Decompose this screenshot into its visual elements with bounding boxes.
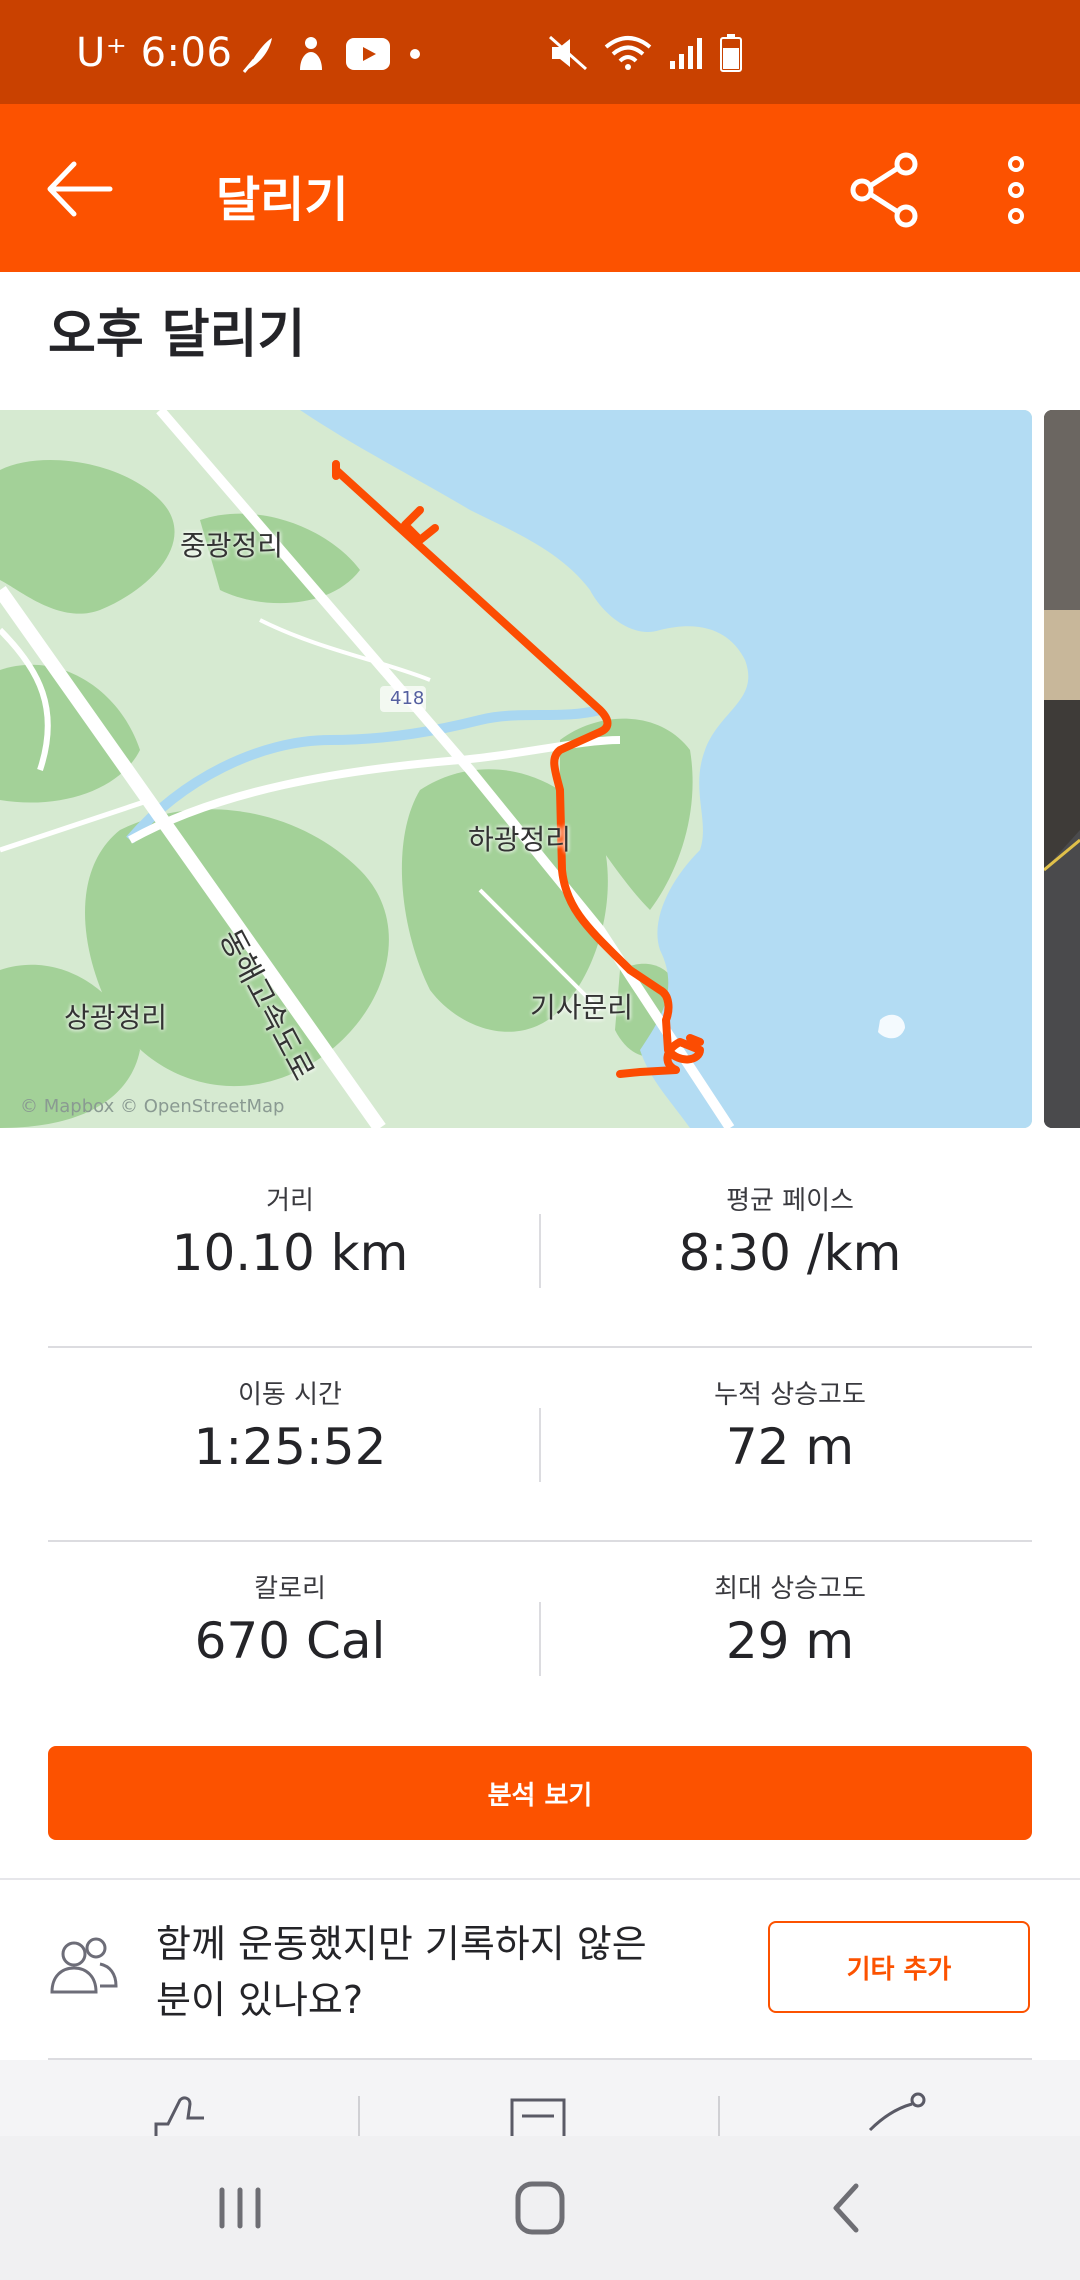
distance-value: 10.10 km bbox=[171, 1224, 409, 1282]
social-action-bar bbox=[0, 2060, 1080, 2136]
back-arrow-icon bbox=[47, 161, 113, 217]
back-icon bbox=[833, 2183, 859, 2233]
battery-icon bbox=[720, 34, 742, 72]
question-line-1: 함께 운동했지만 기록하지 않은 bbox=[156, 1922, 647, 1966]
action-divider bbox=[718, 2096, 720, 2136]
unrecorded-partner-question: 함께 운동했지만 기록하지 않은 분이 있나요? bbox=[156, 1916, 716, 2028]
elevation-gain-value: 72 m bbox=[725, 1418, 855, 1476]
activity-photo-thumbnail[interactable] bbox=[1044, 410, 1080, 1128]
thumbs-up-icon bbox=[154, 2096, 204, 2136]
recent-apps-button[interactable] bbox=[200, 2176, 280, 2240]
comment-button[interactable] bbox=[500, 2094, 580, 2136]
comment-icon bbox=[510, 2098, 566, 2136]
calories-label: 칼로리 bbox=[254, 1574, 326, 1604]
youtube-icon bbox=[346, 38, 390, 70]
map-route-number: 418 bbox=[390, 688, 425, 709]
map-label-hagwang: 하광정리 bbox=[468, 823, 572, 856]
elevation-gain-label: 누적 상승고도 bbox=[714, 1380, 866, 1410]
carrier-label: U⁺ bbox=[76, 30, 128, 76]
app-bar: 달리기 bbox=[0, 104, 1080, 272]
moving-time-label: 이동 시간 bbox=[238, 1380, 342, 1410]
max-elevation-value: 29 m bbox=[725, 1612, 855, 1670]
distance-label: 거리 bbox=[266, 1186, 314, 1216]
share-activity-button[interactable] bbox=[860, 2090, 940, 2136]
nav-back-button[interactable] bbox=[806, 2176, 886, 2240]
map-label-sanggwang: 상광정리 bbox=[64, 1001, 168, 1034]
system-nav-bar bbox=[0, 2136, 1080, 2280]
moving-time-value: 1:25:52 bbox=[193, 1418, 387, 1476]
stat-divider bbox=[539, 1408, 541, 1482]
calories-value: 670 Cal bbox=[194, 1612, 386, 1670]
back-button[interactable] bbox=[40, 154, 120, 224]
more-vert-icon bbox=[1008, 156, 1024, 224]
section-divider bbox=[0, 1878, 1080, 1880]
map-label-junggwang: 중광정리 bbox=[180, 529, 284, 562]
mute-icon bbox=[549, 35, 587, 71]
share-icon bbox=[850, 152, 918, 228]
clock: 6:06 bbox=[140, 30, 233, 76]
view-analysis-button[interactable]: 분석 보기 bbox=[48, 1746, 1032, 1840]
people-icon bbox=[48, 1936, 120, 1996]
share-button[interactable] bbox=[846, 150, 926, 230]
stat-divider bbox=[539, 1214, 541, 1288]
map-label-gisamun: 기사문리 bbox=[530, 991, 634, 1024]
max-elevation-label: 최대 상승고도 bbox=[714, 1574, 866, 1604]
question-line-2: 분이 있나요? bbox=[156, 1978, 364, 2022]
stat-divider bbox=[539, 1602, 541, 1676]
share-route-icon bbox=[868, 2092, 926, 2132]
status-bar: U⁺ 6:06 bbox=[0, 0, 1080, 104]
avg-pace-value: 8:30 /km bbox=[678, 1224, 902, 1282]
action-divider bbox=[358, 2096, 360, 2136]
more-options-button[interactable] bbox=[990, 150, 1042, 230]
home-icon bbox=[515, 2181, 565, 2235]
avg-pace-label: 평균 페이스 bbox=[726, 1186, 854, 1216]
kudos-button[interactable] bbox=[140, 2090, 220, 2136]
recent-apps-icon bbox=[219, 2187, 261, 2229]
feather-notification-icon bbox=[242, 38, 272, 73]
status-time: U⁺ 6:06 bbox=[76, 30, 232, 76]
wifi-icon bbox=[604, 36, 652, 70]
activity-title: 오후 달리기 bbox=[48, 305, 306, 365]
row-divider bbox=[48, 1540, 1032, 1542]
map-credit: © Mapbox © OpenStreetMap bbox=[20, 1096, 285, 1117]
signal-icon bbox=[670, 38, 702, 69]
row-divider bbox=[48, 1346, 1032, 1348]
page-title: 달리기 bbox=[216, 172, 349, 228]
add-others-button[interactable]: 기타 추가 bbox=[768, 1921, 1030, 2013]
dot-icon bbox=[410, 49, 420, 59]
person-notification-icon bbox=[300, 37, 322, 70]
route-map[interactable]: 중광정리 하광정리 상광정리 기사문리 418 동해고속도로 bbox=[0, 410, 1032, 1128]
home-button[interactable] bbox=[500, 2176, 580, 2240]
